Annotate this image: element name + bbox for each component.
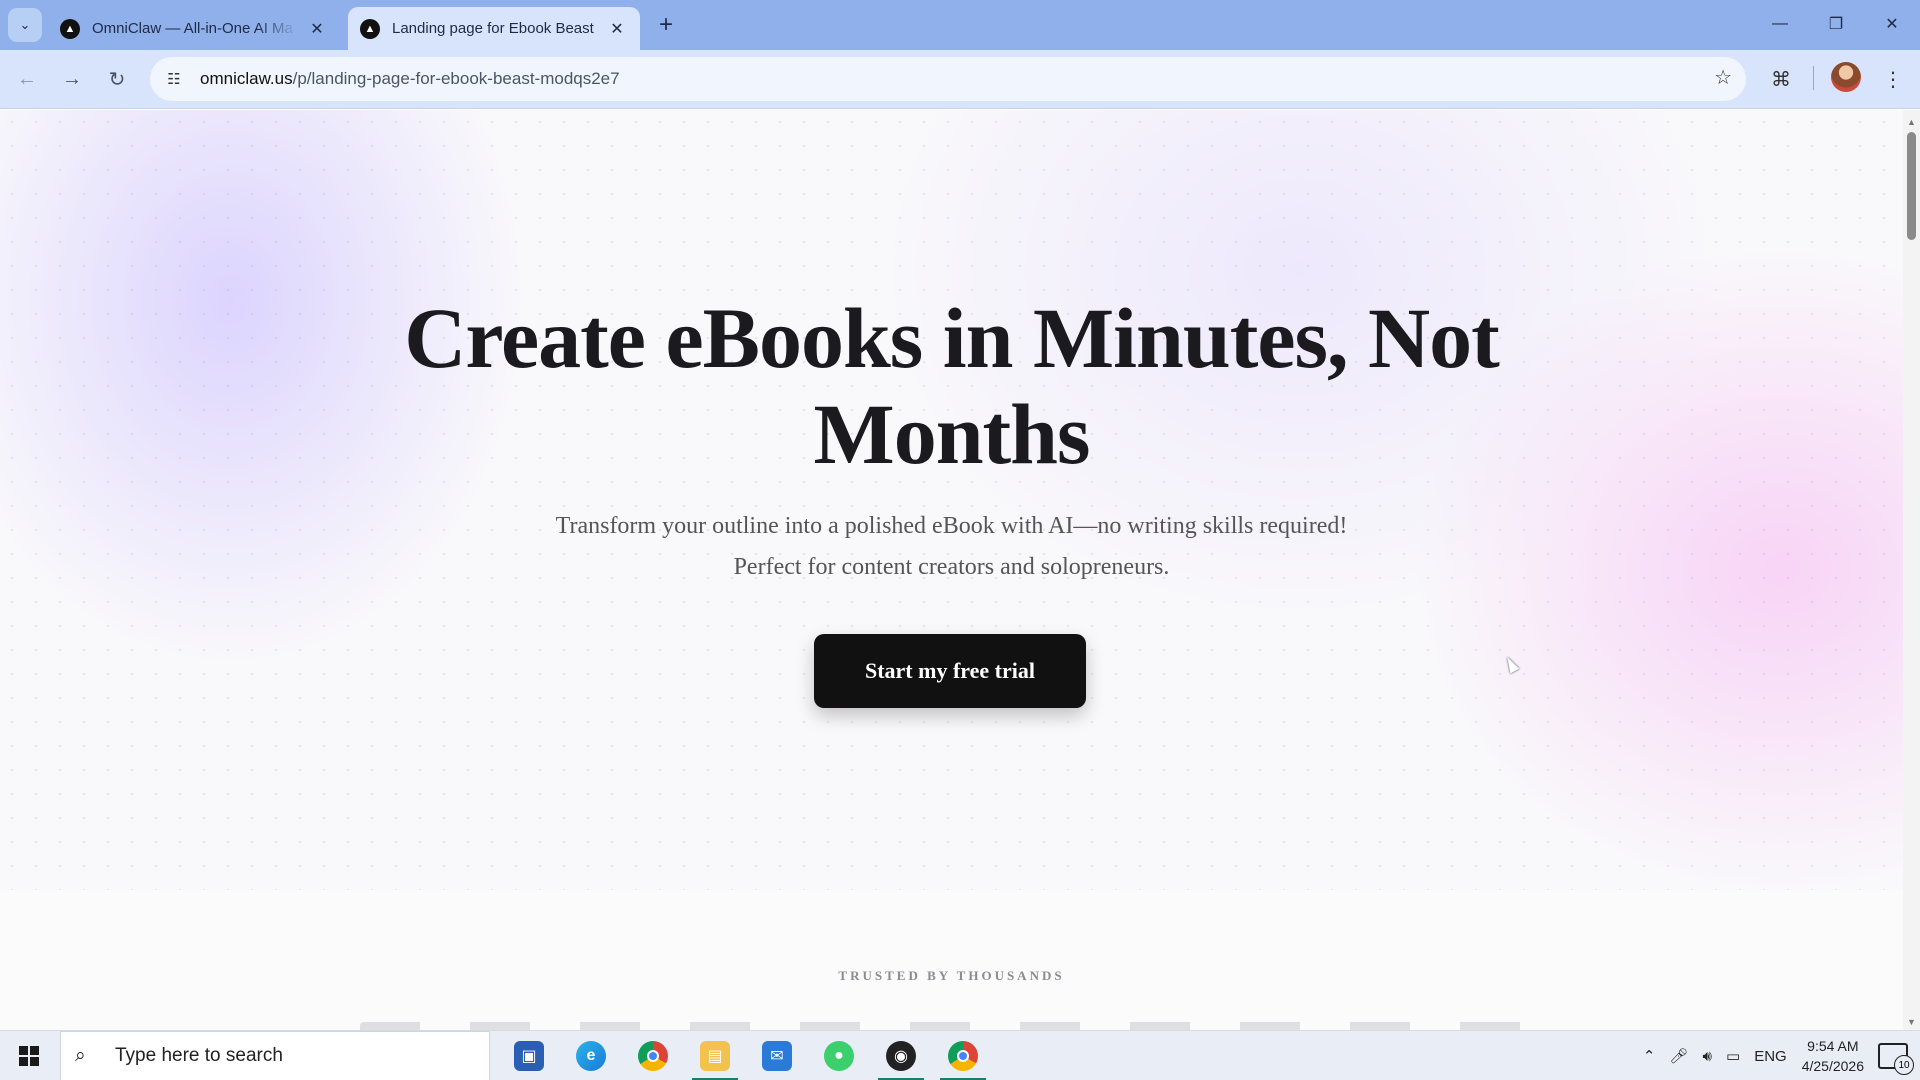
taskbar-store[interactable]: ▣ [498, 1031, 560, 1080]
start-free-trial-button[interactable]: Start my free trial [814, 634, 1086, 708]
profile-avatar[interactable] [1831, 62, 1861, 92]
browser-menu-button[interactable]: ⋮ [1876, 62, 1910, 96]
battery-icon[interactable]: ▭ [1726, 1047, 1740, 1065]
restore-icon: ❐ [1828, 16, 1844, 33]
tab-title: Landing page for Ebook Beast [392, 20, 594, 37]
clock-date: 4/25/2026 [1801, 1058, 1864, 1074]
chevron-down-icon: ⌄ [19, 17, 31, 32]
forward-button[interactable]: → [55, 62, 89, 96]
hero-title: Create eBooks in Minutes, Not Months [0, 290, 1903, 482]
restore-button[interactable]: ❐ [1808, 0, 1864, 48]
search-icon: ⌕ [75, 1045, 86, 1066]
site-info-icon[interactable]: ☷ [156, 61, 192, 97]
scrollbar-thumb[interactable] [1907, 132, 1916, 240]
notification-count-badge: 10 [1894, 1055, 1914, 1075]
toolbar-divider [1813, 66, 1814, 90]
chrome-icon [948, 1041, 978, 1071]
system-tray: ⌃ 🎤︎ 🔊︎ ▭ ENG 9:54 AM 4/25/2026 10 [1636, 1031, 1920, 1080]
back-button[interactable]: ← [10, 62, 44, 96]
clock-time: 9:54 AM [1807, 1038, 1859, 1054]
page-viewport: Create eBooks in Minutes, Not Months Tra… [0, 110, 1903, 1030]
scroll-down-icon[interactable]: ▼ [1903, 1014, 1920, 1030]
language-indicator[interactable]: ENG [1754, 1048, 1787, 1065]
browser-toolbar: ← → ↻ ☷ omniclaw.us/p/landing-page-for-e… [0, 50, 1920, 109]
close-window-button[interactable]: ✕ [1864, 0, 1920, 48]
new-tab-button[interactable]: + [652, 11, 680, 39]
hero-subtitle-line: Perfect for content creators and solopre… [733, 554, 1170, 580]
hero-subtitle: Transform your outline into a polished e… [0, 506, 1903, 588]
plus-icon: + [658, 11, 673, 38]
tab-omniclaw[interactable]: ▲ OmniClaw — All-in-One AI Ma ✕ [48, 7, 340, 50]
taskbar-edge[interactable]: e [560, 1031, 622, 1080]
taskbar-chrome[interactable] [622, 1031, 684, 1080]
taskbar-apps: ▣ e ▤ ✉ ● ◉ [498, 1031, 994, 1080]
trusted-by-label: TRUSTED BY THOUSANDS [838, 968, 1065, 983]
bookmark-star-icon[interactable]: ☆ [1714, 65, 1732, 90]
windows-logo-icon [19, 1046, 39, 1066]
hero-title-line: Months [813, 386, 1091, 482]
start-button[interactable] [0, 1031, 58, 1080]
puzzle-icon: ⌘ [1771, 68, 1791, 91]
mail-icon: ✉ [762, 1041, 792, 1071]
store-icon: ▣ [514, 1041, 544, 1071]
taskbar-obs[interactable]: ◉ [870, 1031, 932, 1080]
page-scrollbar[interactable]: ▲ ▼ [1903, 110, 1920, 1030]
taskbar-chat-app[interactable]: ● [808, 1031, 870, 1080]
close-tab-icon[interactable]: ✕ [606, 18, 628, 40]
taskbar-search-placeholder: Type here to search [115, 1045, 283, 1066]
obs-icon: ◉ [886, 1041, 916, 1071]
folder-icon: ▤ [700, 1041, 730, 1071]
url-host: omniclaw.us [200, 69, 293, 88]
url-path: /p/landing-page-for-ebook-beast-modqs2e7 [292, 69, 620, 88]
hero-subtitle-line: Transform your outline into a polished e… [555, 513, 1348, 539]
close-tab-icon[interactable]: ✕ [306, 18, 328, 40]
reload-button[interactable]: ↻ [100, 62, 134, 96]
kebab-menu-icon: ⋮ [1883, 68, 1903, 91]
tab-search-button[interactable]: ⌄ [8, 8, 42, 42]
edge-icon: e [576, 1041, 606, 1071]
url-text: omniclaw.us/p/landing-page-for-ebook-bea… [200, 69, 620, 89]
tab-title: OmniClaw — All-in-One AI Ma [92, 20, 293, 37]
address-bar[interactable]: ☷ omniclaw.us/p/landing-page-for-ebook-b… [150, 57, 1746, 101]
close-icon: ✕ [1885, 16, 1899, 33]
minimize-button[interactable]: — [1752, 0, 1808, 48]
section-divider-background [0, 890, 1903, 1030]
taskbar-search[interactable]: ⌕ Type here to search [60, 1031, 490, 1080]
customer-logos-row [360, 1022, 1540, 1030]
arrow-left-icon: ← [17, 67, 37, 90]
system-clock[interactable]: 9:54 AM 4/25/2026 [1802, 1036, 1864, 1076]
taskbar-chrome-profile[interactable] [932, 1031, 994, 1080]
chrome-icon [638, 1041, 668, 1071]
microphone-icon[interactable]: 🎤︎ [1670, 1047, 1689, 1065]
taskbar-file-explorer[interactable]: ▤ [684, 1031, 746, 1080]
hero-title-line: Create eBooks in Minutes, Not [404, 290, 1500, 386]
window-controls: — ❐ ✕ [1752, 0, 1920, 48]
arrow-right-icon: → [62, 67, 82, 90]
browser-tab-bar: ⌄ ▲ OmniClaw — All-in-One AI Ma ✕ ▲ Land… [0, 0, 1920, 50]
windows-taskbar: ⌕ Type here to search ▣ e ▤ ✉ ● ◉ ⌃ 🎤︎ 🔊… [0, 1030, 1920, 1080]
omniclaw-favicon-icon: ▲ [360, 18, 380, 39]
chevron-up-icon[interactable]: ⌃ [1643, 1047, 1656, 1065]
reload-icon: ↻ [108, 68, 126, 91]
notifications-button[interactable]: 10 [1878, 1043, 1914, 1075]
tab-landing-page[interactable]: ▲ Landing page for Ebook Beast ✕ [348, 7, 640, 50]
extensions-button[interactable]: ⌘ [1764, 62, 1798, 96]
chat-icon: ● [824, 1041, 854, 1071]
omniclaw-favicon-icon: ▲ [60, 18, 80, 39]
taskbar-mail[interactable]: ✉ [746, 1031, 808, 1080]
scroll-up-icon[interactable]: ▲ [1903, 114, 1920, 130]
minimize-icon: — [1772, 15, 1788, 32]
speaker-icon[interactable]: 🔊︎ [1703, 1048, 1712, 1065]
